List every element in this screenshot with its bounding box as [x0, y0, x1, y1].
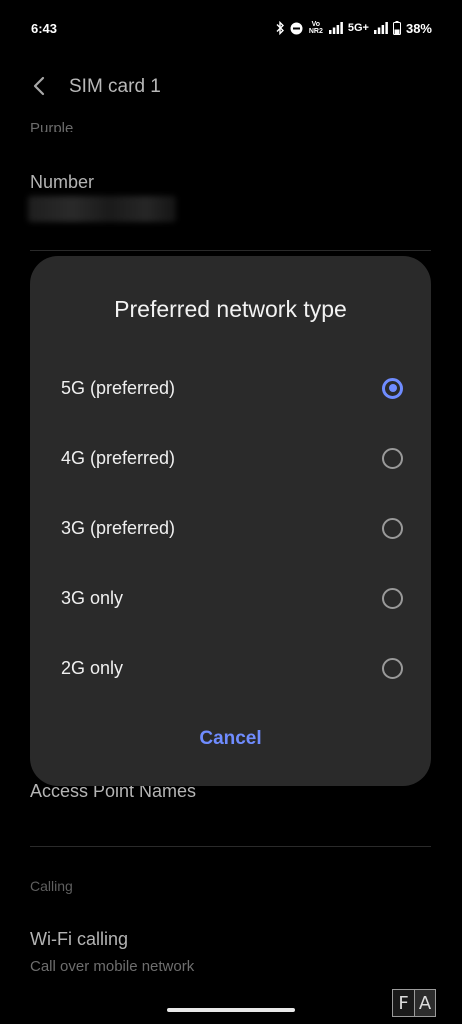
status-time: 6:43 — [31, 20, 58, 36]
screen: 6:43 Vo NR2 5G+ 38% SIM card 1 Purple Nu… — [0, 0, 462, 1024]
status-icons: Vo NR2 5G+ 38% — [275, 21, 432, 36]
page-title: SIM card 1 — [69, 76, 161, 97]
preferred-network-dialog: Preferred network type 5G (preferred) 4G… — [30, 256, 431, 786]
radio-unselected[interactable] — [382, 657, 403, 679]
option-label: 4G (preferred) — [61, 447, 176, 468]
option-label: 3G (preferred) — [61, 517, 176, 538]
option-3g-preferred[interactable]: 3G (preferred) — [30, 493, 431, 563]
clipped-setting-subtext: Purple — [30, 120, 74, 132]
chevron-left-icon — [32, 76, 46, 101]
redacted-number — [28, 196, 176, 222]
status-bar: 6:43 Vo NR2 5G+ 38% — [0, 0, 462, 56]
watermark-logo: F A — [392, 989, 436, 1017]
signal-icon — [328, 22, 343, 34]
option-2g-only[interactable]: 2G only — [30, 633, 431, 703]
radio-selected[interactable] — [382, 377, 403, 399]
signal-icon-2 — [373, 22, 388, 34]
option-5g-preferred[interactable]: 5G (preferred) — [30, 353, 431, 423]
radio-unselected[interactable] — [382, 587, 403, 609]
wifi-calling-subtitle: Call over mobile network — [30, 958, 195, 975]
bluetooth-icon — [275, 21, 285, 35]
gesture-navigation-bar[interactable] — [167, 1008, 295, 1012]
radio-unselected[interactable] — [382, 447, 403, 469]
battery-icon — [392, 21, 401, 35]
wifi-calling-title[interactable]: Wi-Fi calling — [30, 929, 128, 950]
back-button[interactable] — [26, 74, 52, 102]
dnd-icon — [290, 22, 303, 35]
option-label: 3G only — [61, 587, 124, 608]
option-label: 5G (preferred) — [61, 377, 176, 398]
volte-icon: Vo NR2 — [308, 21, 323, 35]
watermark-letter-f: F — [398, 992, 409, 1014]
option-3g-only[interactable]: 3G only — [30, 563, 431, 633]
option-label: 2G only — [61, 657, 124, 678]
cancel-button[interactable]: Cancel — [180, 722, 281, 756]
radio-unselected[interactable] — [382, 517, 403, 539]
option-4g-preferred[interactable]: 4G (preferred) — [30, 423, 431, 493]
divider — [30, 846, 431, 847]
watermark-letter-a: A — [413, 990, 435, 1016]
app-bar: SIM card 1 — [0, 66, 462, 110]
section-label-calling: Calling — [30, 878, 73, 894]
divider — [30, 250, 431, 251]
battery-percent: 38% — [405, 20, 432, 36]
5g-icon: 5G+ — [347, 22, 369, 34]
number-setting-title[interactable]: Number — [30, 172, 94, 193]
dialog-title: Preferred network type — [114, 296, 347, 322]
